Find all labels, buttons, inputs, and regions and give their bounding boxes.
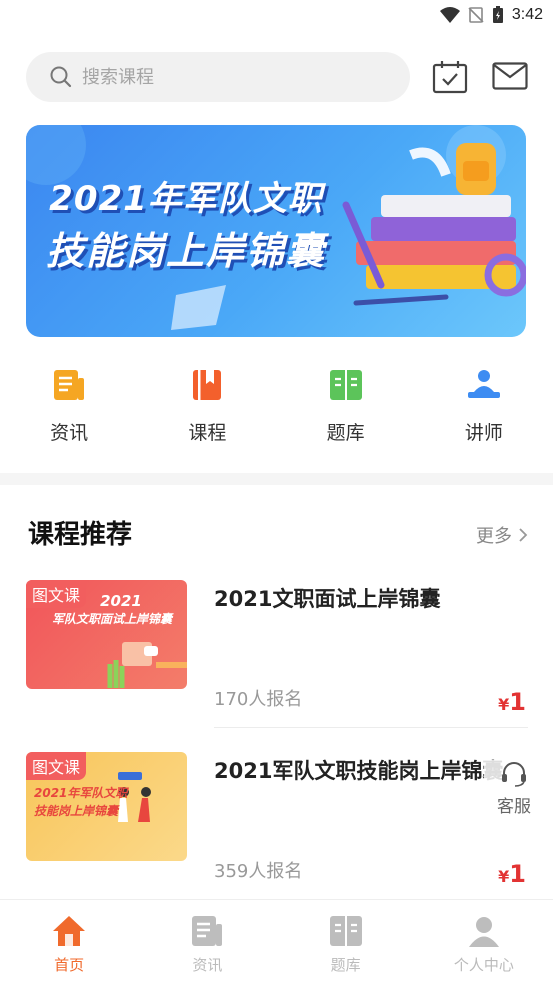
course-price: ¥1 xyxy=(498,688,526,716)
status-time: 3:42 xyxy=(511,6,543,23)
quick-nav-label: 讲师 xyxy=(464,422,503,444)
search-input[interactable] xyxy=(82,66,362,88)
quick-nav-lecturer[interactable]: 讲师 xyxy=(415,366,553,456)
customer-service-button[interactable]: 客服 xyxy=(484,760,544,824)
news-icon xyxy=(50,366,88,404)
lecturer-icon xyxy=(465,366,503,404)
quick-nav: 资讯 课程 题库 讲师 xyxy=(0,366,553,456)
price-value: 1 xyxy=(509,860,526,888)
status-bar: 3:42 xyxy=(0,0,553,32)
tab-label: 资讯 xyxy=(192,956,223,974)
search-row xyxy=(26,52,531,102)
recommend-section-header: 课程推荐 更多 xyxy=(28,514,528,554)
banner-title: 2021年军队文职 技能岗上岸锦囊 xyxy=(26,173,346,277)
course-type-tag: 图文课 xyxy=(26,752,87,780)
profile-icon xyxy=(468,917,499,947)
question-bank-icon xyxy=(327,366,365,404)
course-list: 图文课 2021 军队文职面试上岸锦囊 2021文职面试上岸锦囊 170人报名 … xyxy=(26,580,528,924)
thumbnail-title: 2021 军队文职面试上岸锦囊 xyxy=(52,592,172,628)
search-box[interactable] xyxy=(26,52,410,102)
tab-label: 题库 xyxy=(330,956,361,974)
course-card[interactable]: 图文课 2021 军队文职面试上岸锦囊 2021文职面试上岸锦囊 170人报名 … xyxy=(26,580,528,752)
course-book-icon xyxy=(188,366,226,404)
wifi-icon xyxy=(439,7,460,23)
thumbnail-title-line2: 技能岗上岸锦囊 xyxy=(34,804,119,818)
question-bank-tab-icon xyxy=(329,916,362,946)
tab-label: 首页 xyxy=(54,956,85,974)
tab-home[interactable]: 首页 xyxy=(0,900,138,983)
more-label: 更多 xyxy=(476,526,512,547)
price-symbol: ¥ xyxy=(498,695,510,714)
home-icon xyxy=(53,916,86,946)
headset-icon xyxy=(502,762,526,787)
message-button[interactable] xyxy=(492,62,528,90)
quick-nav-label: 资讯 xyxy=(50,422,89,444)
calendar-check-icon xyxy=(432,61,468,94)
news-tab-icon xyxy=(192,916,223,946)
thumbnail-title: 2021年军队文职 技能岗上岸锦囊 xyxy=(34,784,127,820)
enroll-count: 359人报名 xyxy=(214,861,303,882)
banner-line-2: 技能岗上岸锦囊 xyxy=(45,229,326,273)
no-signal-icon xyxy=(468,7,484,23)
course-title: 2021军队文职技能岗上岸锦囊 xyxy=(214,759,504,783)
enroll-count: 170人报名 xyxy=(214,689,303,710)
thumbnail-title-line1: 2021 xyxy=(100,592,142,610)
course-title: 2021文职面试上岸锦囊 xyxy=(214,587,441,611)
course-thumbnail: 图文课 2021 军队文职面试上岸锦囊 xyxy=(26,580,187,689)
quick-nav-question-bank[interactable]: 题库 xyxy=(277,366,415,456)
price-symbol: ¥ xyxy=(498,867,510,886)
bottom-tab-bar: 首页 资讯 题库 个人中心 xyxy=(0,899,553,983)
tab-profile[interactable]: 个人中心 xyxy=(415,900,553,983)
quick-nav-course[interactable]: 课程 xyxy=(138,366,276,456)
thumbnail-title-line1: 2021年军队文职 xyxy=(34,786,128,800)
tab-question-bank[interactable]: 题库 xyxy=(277,900,415,983)
banner-line-1: 2021年军队文职 xyxy=(49,179,323,219)
chevron-right-icon xyxy=(519,528,528,542)
calendar-button[interactable] xyxy=(432,60,468,94)
promo-banner[interactable]: 2021年军队文职 技能岗上岸锦囊 xyxy=(26,125,526,337)
quick-nav-label: 题库 xyxy=(326,422,365,444)
card-divider xyxy=(214,727,528,728)
course-price: ¥1 xyxy=(498,860,526,888)
quick-nav-label: 课程 xyxy=(188,422,227,444)
tab-label: 个人中心 xyxy=(453,956,514,974)
tab-news[interactable]: 资讯 xyxy=(138,900,276,983)
search-icon xyxy=(50,66,72,88)
status-icons: 3:42 xyxy=(439,4,543,26)
books-illustration xyxy=(342,143,526,306)
section-divider xyxy=(0,473,553,485)
course-thumbnail: 图文课 2021年军队文职 技能岗上岸锦囊 xyxy=(26,752,187,861)
thumbnail-title-line2: 军队文职面试上岸锦囊 xyxy=(52,612,173,626)
mail-icon xyxy=(492,62,528,90)
quick-nav-news[interactable]: 资讯 xyxy=(0,366,138,456)
customer-service-label: 客服 xyxy=(497,797,531,817)
price-value: 1 xyxy=(509,688,526,716)
more-link[interactable]: 更多 xyxy=(476,522,528,548)
section-title: 课程推荐 xyxy=(28,520,133,550)
battery-icon xyxy=(492,6,503,23)
